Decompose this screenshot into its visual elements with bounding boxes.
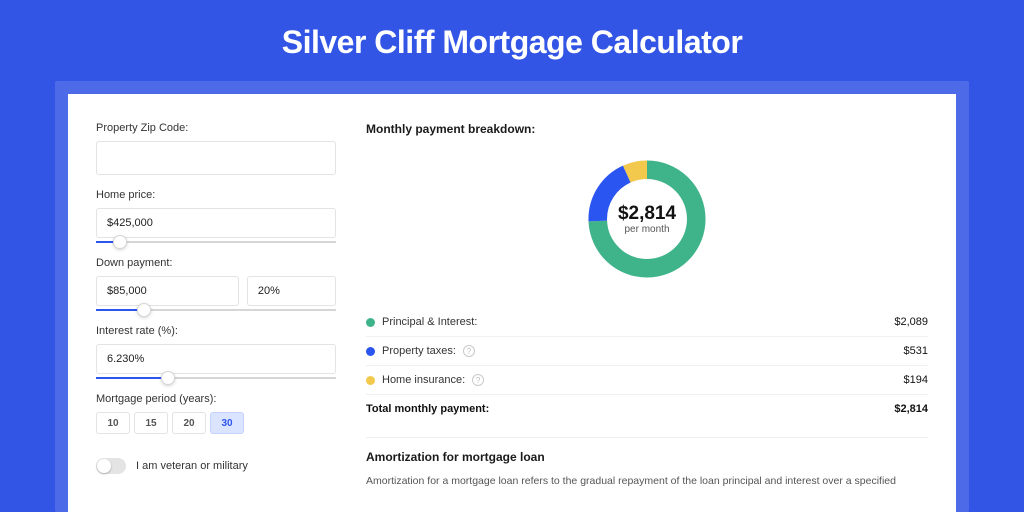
inner-band: Property Zip Code: Home price: Down paym… <box>55 81 969 512</box>
breakdown-row-principal: Principal & Interest: $2,089 <box>366 308 928 336</box>
zip-label: Property Zip Code: <box>96 122 336 134</box>
donut-amount: $2,814 <box>618 203 676 225</box>
amortization-title: Amortization for mortgage loan <box>366 450 928 464</box>
breakdown-row-label: Property taxes: <box>382 345 456 357</box>
down-payment-row <box>96 276 336 306</box>
down-payment-amount-input[interactable] <box>96 276 239 306</box>
donut-chart: $2,814 per month <box>582 154 712 284</box>
page-title: Silver Cliff Mortgage Calculator <box>55 0 969 81</box>
interest-rate-slider-fill <box>96 377 168 379</box>
breakdown-row-left: Property taxes: ? <box>366 345 475 357</box>
breakdown-block: Monthly payment breakdown: <box>366 122 928 423</box>
breakdown-row-label: Home insurance: <box>382 374 465 386</box>
info-icon[interactable]: ? <box>472 374 484 386</box>
down-payment-label: Down payment: <box>96 257 336 269</box>
interest-rate-slider-thumb[interactable] <box>161 371 175 385</box>
donut-chart-wrap: $2,814 per month <box>366 136 928 306</box>
down-payment-percent-input[interactable] <box>247 276 336 306</box>
interest-rate-slider[interactable] <box>96 377 336 379</box>
period-option-20[interactable]: 20 <box>172 412 206 434</box>
mortgage-period-row: 10 15 20 30 <box>96 412 336 434</box>
veteran-row: I am veteran or military <box>96 458 336 474</box>
breakdown-row-left: Total monthly payment: <box>366 403 489 415</box>
dot-icon <box>366 318 375 327</box>
breakdown-row-label: Principal & Interest: <box>382 316 477 328</box>
amortization-block: Amortization for mortgage loan Amortizat… <box>366 437 928 489</box>
page-background: Silver Cliff Mortgage Calculator Propert… <box>0 0 1024 512</box>
breakdown-row-left: Home insurance: ? <box>366 374 484 386</box>
breakdown-list: Principal & Interest: $2,089 Property ta… <box>366 308 928 423</box>
down-payment-slider[interactable] <box>96 309 336 311</box>
breakdown-row-insurance: Home insurance: ? $194 <box>366 365 928 394</box>
form-column: Property Zip Code: Home price: Down paym… <box>96 122 336 512</box>
home-price-slider-thumb[interactable] <box>113 235 127 249</box>
breakdown-total-value: $2,814 <box>894 403 928 415</box>
interest-rate-input[interactable] <box>96 344 336 374</box>
breakdown-row-left: Principal & Interest: <box>366 316 477 328</box>
breakdown-row-value: $531 <box>904 345 928 357</box>
breakdown-row-taxes: Property taxes: ? $531 <box>366 336 928 365</box>
mortgage-period-label: Mortgage period (years): <box>96 393 336 405</box>
breakdown-row-total: Total monthly payment: $2,814 <box>366 394 928 423</box>
period-option-30[interactable]: 30 <box>210 412 244 434</box>
info-icon[interactable]: ? <box>463 345 475 357</box>
breakdown-column: Monthly payment breakdown: <box>366 122 928 512</box>
interest-rate-label: Interest rate (%): <box>96 325 336 337</box>
home-price-slider[interactable] <box>96 241 336 243</box>
calculator-card: Property Zip Code: Home price: Down paym… <box>68 94 956 512</box>
breakdown-row-value: $194 <box>904 374 928 386</box>
home-price-label: Home price: <box>96 189 336 201</box>
period-option-10[interactable]: 10 <box>96 412 130 434</box>
dot-icon <box>366 347 375 356</box>
period-option-15[interactable]: 15 <box>134 412 168 434</box>
veteran-label: I am veteran or military <box>136 460 248 472</box>
breakdown-total-label: Total monthly payment: <box>366 403 489 415</box>
breakdown-row-value: $2,089 <box>894 316 928 328</box>
zip-input[interactable] <box>96 141 336 175</box>
veteran-toggle-knob <box>97 459 111 473</box>
amortization-text: Amortization for a mortgage loan refers … <box>366 474 928 489</box>
donut-center: $2,814 per month <box>582 154 712 284</box>
breakdown-title: Monthly payment breakdown: <box>366 122 928 136</box>
home-price-input[interactable] <box>96 208 336 238</box>
down-payment-slider-thumb[interactable] <box>137 303 151 317</box>
dot-icon <box>366 376 375 385</box>
veteran-toggle[interactable] <box>96 458 126 474</box>
donut-sub: per month <box>624 224 669 235</box>
